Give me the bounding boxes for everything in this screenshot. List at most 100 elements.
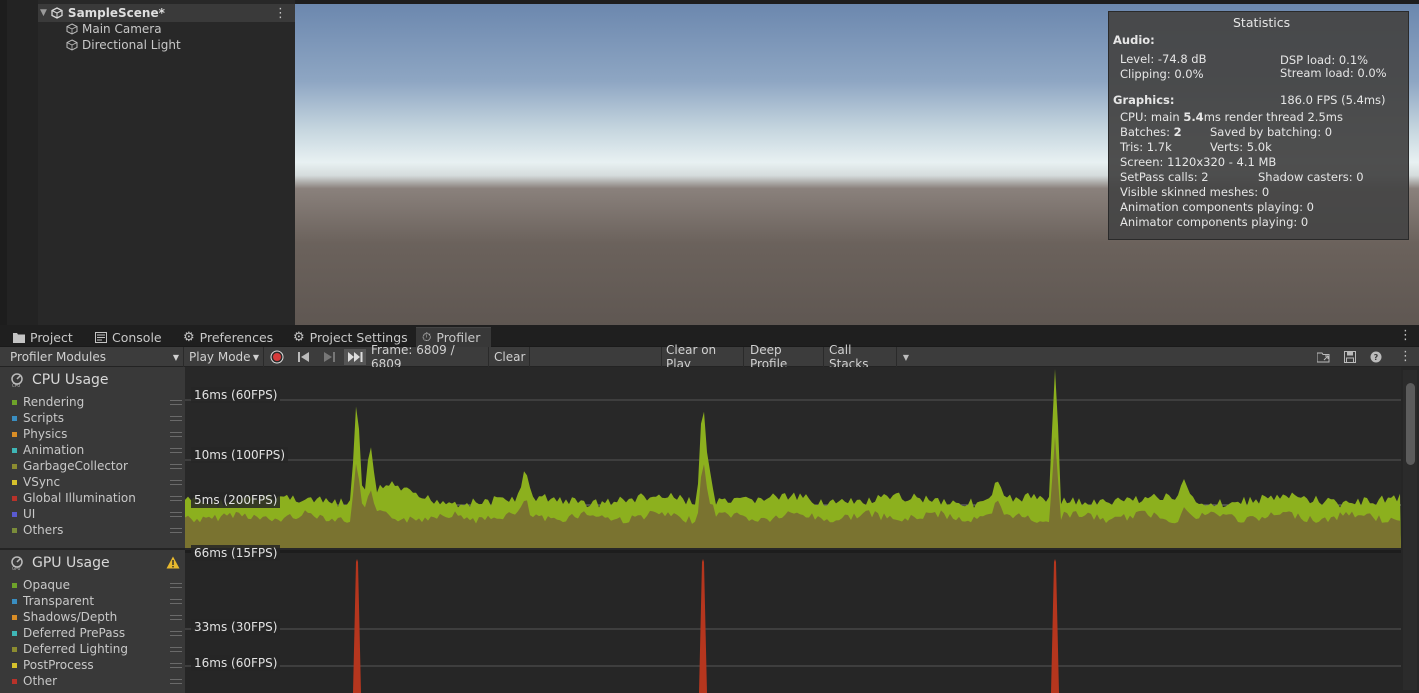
color-swatch bbox=[12, 495, 17, 501]
help-icon[interactable]: ? bbox=[1367, 349, 1385, 365]
module-item[interactable]: Global Illumination bbox=[12, 490, 182, 506]
drag-handle-icon[interactable] bbox=[170, 496, 182, 501]
drag-handle-icon[interactable] bbox=[170, 416, 182, 421]
module-item-label: Rendering bbox=[23, 395, 85, 409]
verts: Verts: 5.0k bbox=[1210, 140, 1272, 154]
tab-preferences[interactable]: ⚙ Preferences bbox=[183, 327, 273, 347]
gpu-y-label: 33ms (30FPS) bbox=[191, 619, 281, 635]
scene-name: SampleScene* bbox=[67, 6, 165, 20]
drag-handle-icon[interactable] bbox=[170, 647, 182, 652]
next-frame-button[interactable] bbox=[320, 349, 338, 365]
module-item[interactable]: Transparent bbox=[12, 593, 182, 609]
tab-menu-icon[interactable]: ⋮ bbox=[1399, 329, 1412, 342]
color-swatch bbox=[12, 527, 17, 533]
play-mode-dropdown[interactable]: Play Mode ▼ bbox=[185, 347, 264, 367]
drag-handle-icon[interactable] bbox=[170, 464, 182, 469]
clear-button[interactable]: Clear bbox=[490, 347, 530, 367]
color-swatch bbox=[12, 582, 17, 588]
color-swatch bbox=[12, 630, 17, 636]
current-frame-button[interactable] bbox=[344, 349, 366, 365]
profiler-charts[interactable] bbox=[185, 367, 1401, 693]
module-item-label: Animation bbox=[23, 443, 85, 457]
deep-profile-toggle[interactable]: Deep Profile bbox=[746, 343, 824, 371]
setpass-calls: SetPass calls: 2 bbox=[1120, 170, 1209, 184]
module-item-label: Physics bbox=[23, 427, 68, 441]
module-item[interactable]: Other bbox=[12, 673, 182, 689]
cpu-y-label: 10ms (100FPS) bbox=[191, 447, 289, 463]
drag-handle-icon[interactable] bbox=[170, 480, 182, 485]
hierarchy-item[interactable]: Directional Light bbox=[66, 37, 181, 53]
screen-info: Screen: 1120x320 - 4.1 MB bbox=[1120, 155, 1277, 169]
first-frame-button[interactable] bbox=[294, 349, 312, 365]
profiler-modules-dropdown[interactable]: Profiler Modules ▼ bbox=[6, 347, 184, 367]
tab-label: Project bbox=[30, 329, 73, 345]
gpu-usage-icon: GPU bbox=[11, 556, 23, 570]
gameobject-icon bbox=[66, 39, 78, 51]
module-item[interactable]: Deferred PrePass bbox=[12, 625, 182, 641]
module-item[interactable]: Deferred Lighting bbox=[12, 641, 182, 657]
module-item[interactable]: Animation bbox=[12, 442, 182, 458]
drag-handle-icon[interactable] bbox=[170, 512, 182, 517]
cpu-usage-icon: CPU bbox=[11, 373, 23, 387]
hierarchy-item-label: Main Camera bbox=[82, 22, 162, 36]
drag-handle-icon[interactable] bbox=[170, 679, 182, 684]
color-swatch bbox=[12, 479, 17, 485]
scene-row[interactable]: ▼ SampleScene* ⋮ bbox=[38, 4, 295, 22]
svg-text:?: ? bbox=[1374, 353, 1379, 362]
chevron-down-icon[interactable]: ▼ bbox=[40, 8, 47, 18]
console-icon bbox=[95, 331, 107, 343]
warning-icon[interactable] bbox=[166, 556, 180, 572]
hierarchy-item[interactable]: Main Camera bbox=[66, 21, 162, 37]
drag-handle-icon[interactable] bbox=[170, 663, 182, 668]
load-icon[interactable] bbox=[1315, 349, 1333, 365]
cpu-y-label: 5ms (200FPS) bbox=[191, 492, 281, 508]
module-item-label: Shadows/Depth bbox=[23, 610, 118, 624]
call-stacks-toggle[interactable]: Call Stacks bbox=[825, 343, 897, 371]
gear-icon: ⚙ bbox=[293, 329, 305, 345]
module-item[interactable]: Physics bbox=[12, 426, 182, 442]
module-item[interactable]: Scripts bbox=[12, 410, 182, 426]
module-item[interactable]: Others bbox=[12, 522, 182, 538]
cpu-main-label: CPU: main bbox=[1120, 110, 1184, 124]
module-item[interactable]: Opaque bbox=[12, 577, 182, 593]
tab-label: Console bbox=[112, 329, 162, 345]
module-item[interactable]: UI bbox=[12, 506, 182, 522]
gpu-module-title: GPU Usage bbox=[32, 555, 110, 571]
record-button[interactable] bbox=[268, 349, 286, 365]
drag-handle-icon[interactable] bbox=[170, 432, 182, 437]
drag-handle-icon[interactable] bbox=[170, 400, 182, 405]
drag-handle-icon[interactable] bbox=[170, 631, 182, 636]
scrollbar-thumb[interactable] bbox=[1406, 383, 1415, 465]
tris: Tris: 1.7k bbox=[1120, 140, 1172, 154]
clear-label: Clear bbox=[494, 350, 526, 364]
drag-handle-icon[interactable] bbox=[170, 583, 182, 588]
hierarchy-item-label: Directional Light bbox=[82, 38, 181, 52]
batches-label: Batches: bbox=[1120, 125, 1174, 139]
tab-project[interactable]: Project bbox=[13, 327, 73, 347]
module-item[interactable]: PostProcess bbox=[12, 657, 182, 673]
gpu-module-header[interactable]: GPU GPU Usage bbox=[10, 555, 110, 571]
tab-console[interactable]: Console bbox=[95, 327, 162, 347]
drag-handle-icon[interactable] bbox=[170, 528, 182, 533]
module-item-label: Other bbox=[23, 674, 58, 688]
profiler-menu-icon[interactable]: ⋮ bbox=[1399, 350, 1412, 363]
drag-handle-icon[interactable] bbox=[170, 448, 182, 453]
gameobject-icon bbox=[66, 23, 78, 35]
color-swatch bbox=[12, 662, 17, 668]
chart-divider bbox=[185, 550, 1401, 553]
color-swatch bbox=[12, 431, 17, 437]
drag-handle-icon[interactable] bbox=[170, 599, 182, 604]
drag-handle-icon[interactable] bbox=[170, 615, 182, 620]
more-options-icon[interactable]: ⋮ bbox=[274, 7, 287, 20]
module-item[interactable]: GarbageCollector bbox=[12, 458, 182, 474]
cpu-module-header[interactable]: CPU CPU Usage bbox=[10, 372, 109, 388]
animation-components: Animation components playing: 0 bbox=[1120, 200, 1314, 214]
cpu-timing: CPU: main 5.4ms render thread 2.5ms bbox=[1120, 110, 1343, 124]
module-item-label: Global Illumination bbox=[23, 491, 136, 505]
call-stacks-dropdown-icon[interactable]: ▼ bbox=[898, 349, 914, 365]
clear-on-play-toggle[interactable]: Clear on Play bbox=[661, 343, 744, 371]
module-item[interactable]: VSync bbox=[12, 474, 182, 490]
module-item[interactable]: Rendering bbox=[12, 394, 182, 410]
module-item[interactable]: Shadows/Depth bbox=[12, 609, 182, 625]
save-icon[interactable] bbox=[1341, 349, 1359, 365]
